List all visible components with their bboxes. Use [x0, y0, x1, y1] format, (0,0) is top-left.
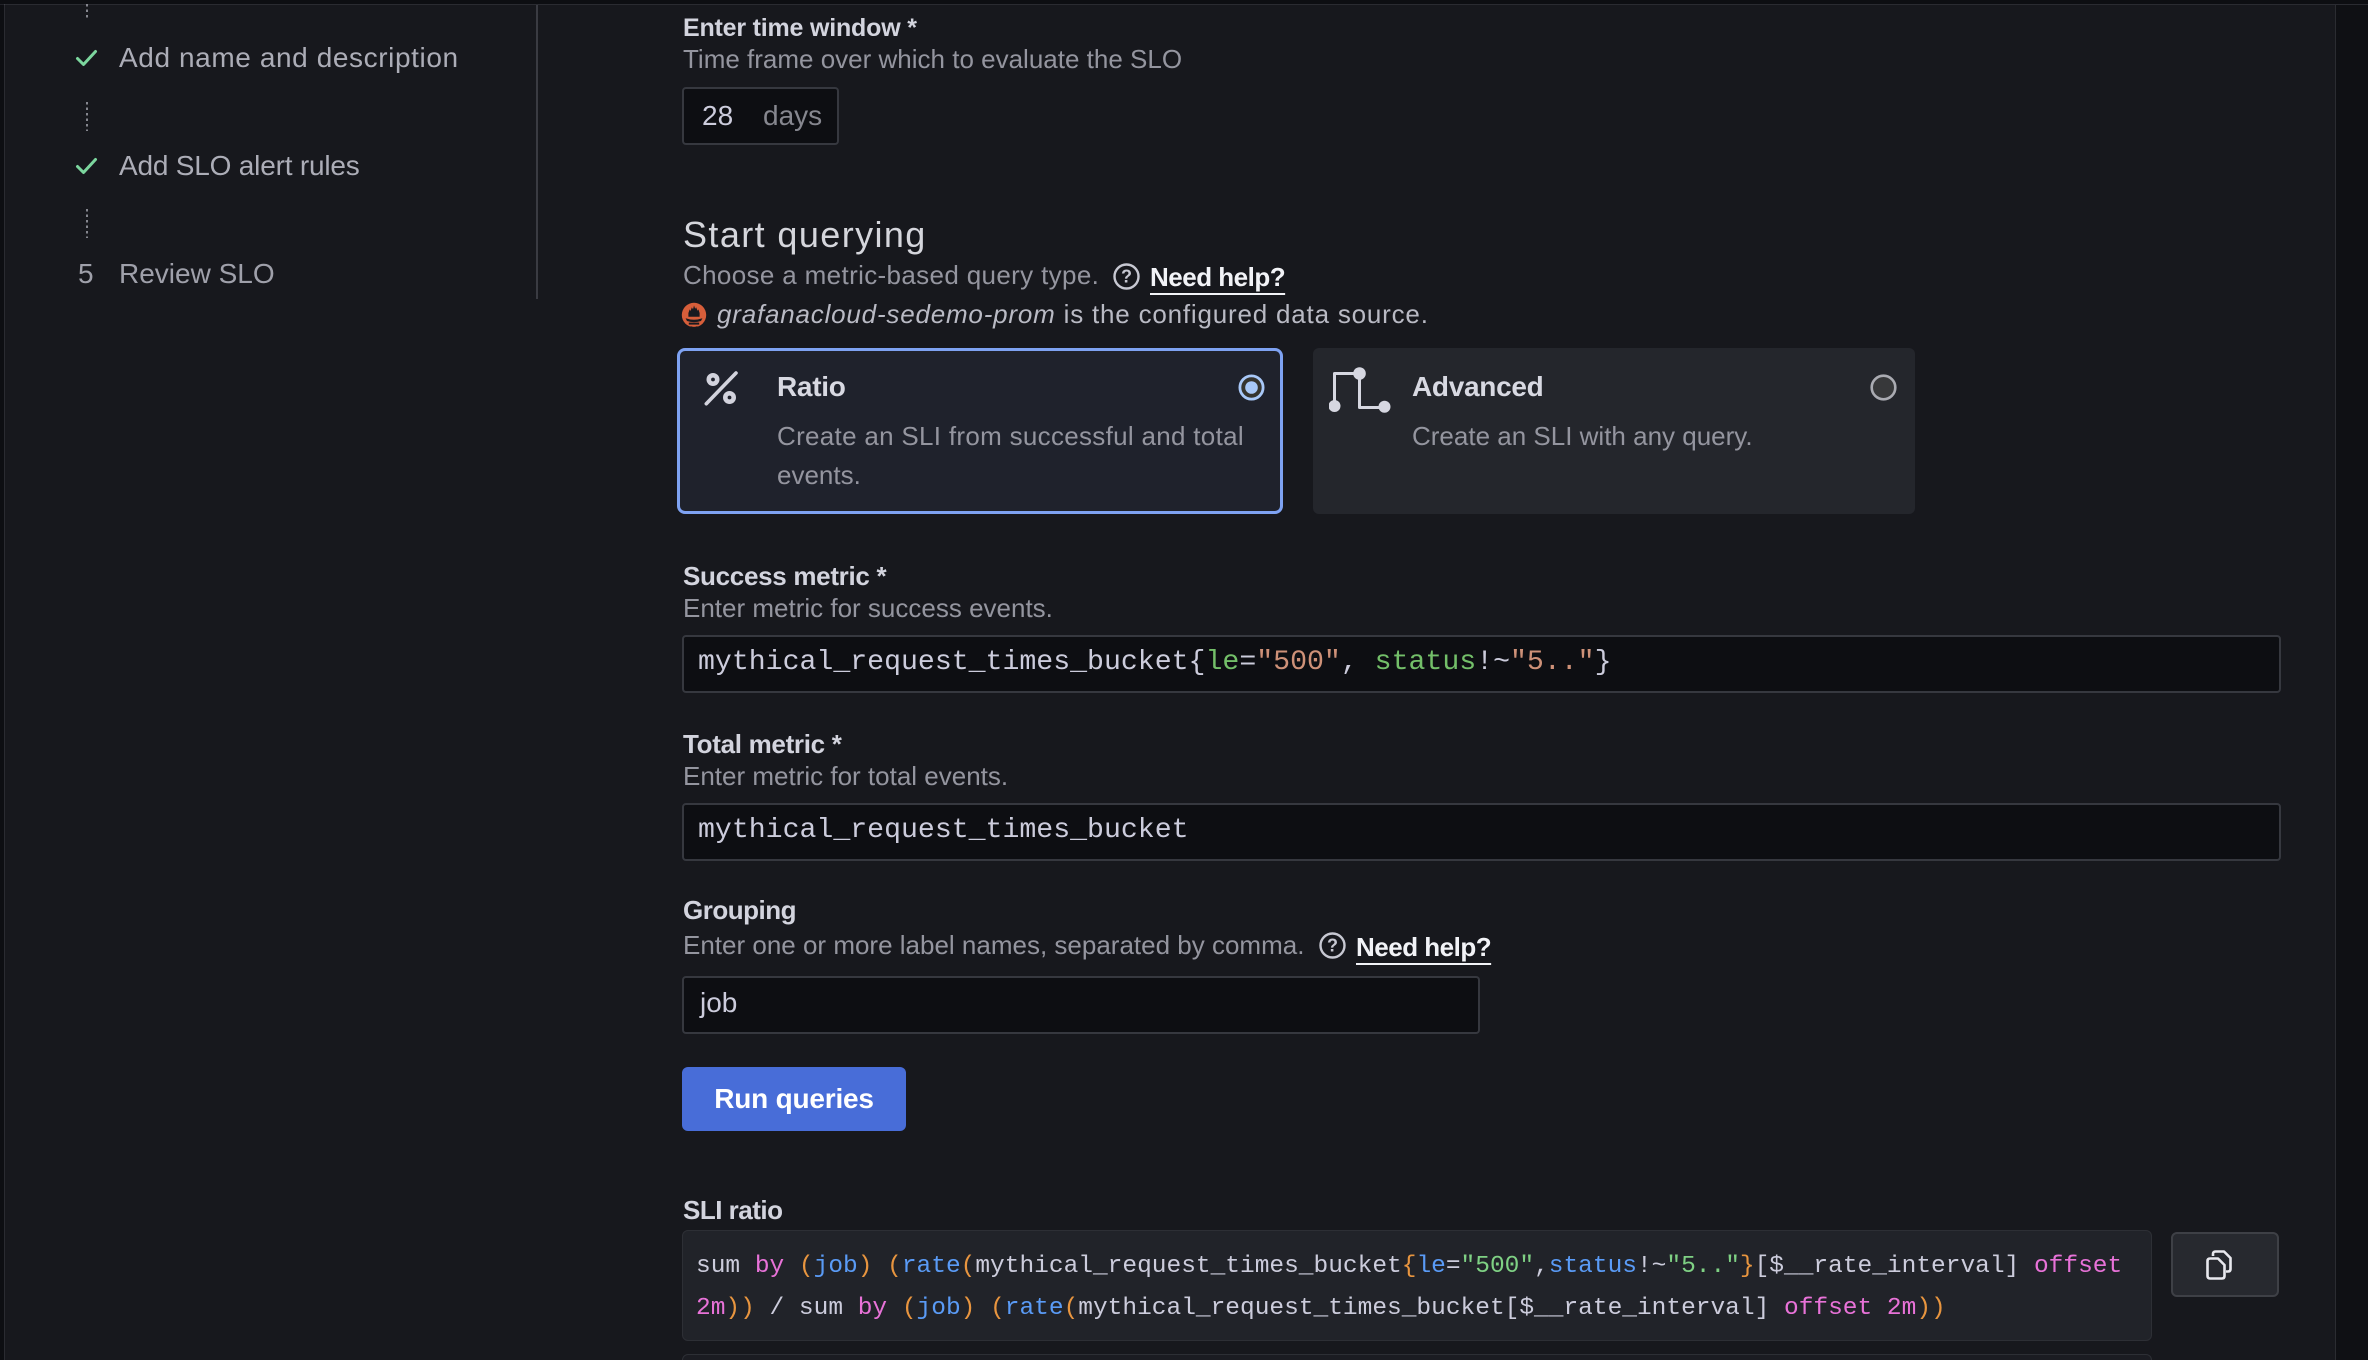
svg-text:?: ? [1327, 936, 1338, 956]
svg-text:?: ? [1121, 267, 1132, 287]
